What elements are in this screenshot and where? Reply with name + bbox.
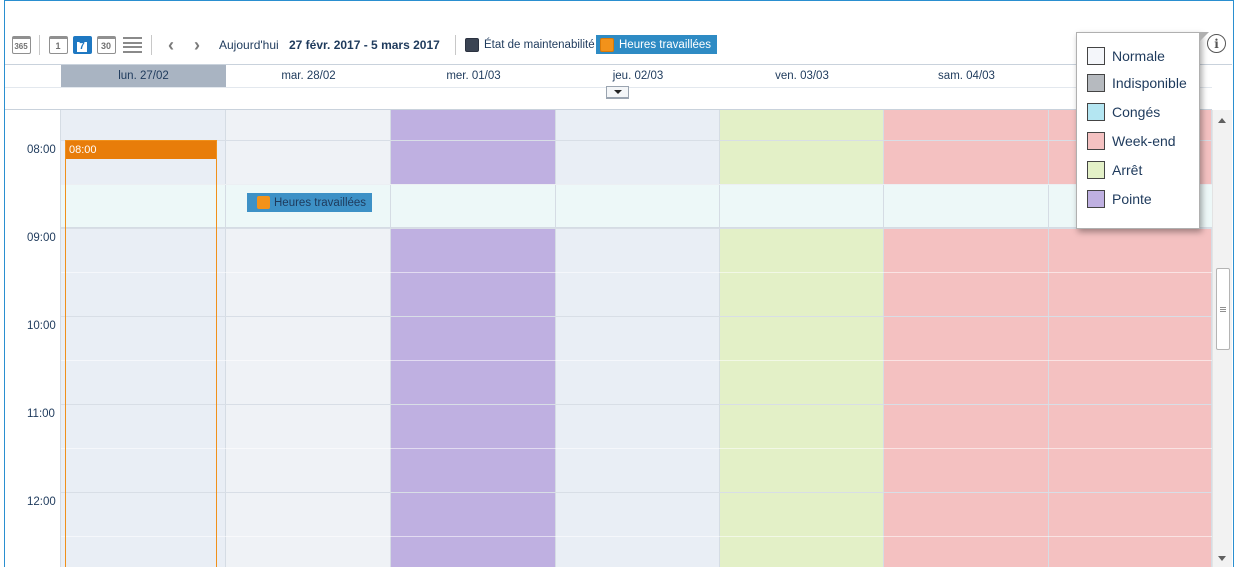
info-icon[interactable]: i [1207,34,1226,53]
legend-label: Normale [1112,48,1165,64]
view-day-button[interactable]: 1 [47,34,69,56]
maintainability-label: État de maintenabilité [484,38,595,51]
worked-hours-event[interactable]: 08:00 [65,140,217,567]
band-divider [555,184,556,228]
day-header[interactable]: jeu. 02/03 [556,65,720,87]
toolbar: 365 1 7 30 ‹ › Aujourd'hui 27 févr. 2017… [10,32,1110,58]
legend-item: Arrêt [1087,160,1142,180]
previous-week-button[interactable]: ‹ [160,34,182,56]
scrollbar-thumb[interactable] [1216,268,1230,350]
view-month-button[interactable]: 30 [95,34,117,56]
chevron-left-icon: ‹ [168,35,174,55]
calendar-month-icon: 30 [96,36,116,54]
day-header[interactable]: mer. 01/03 [391,65,556,87]
expand-allday-button[interactable] [606,86,629,99]
time-label: 10:00 [27,320,56,332]
day-column[interactable] [226,110,391,567]
legend-swatch [1087,132,1105,150]
legend-label: Week-end [1112,133,1176,149]
band-divider [1048,184,1049,228]
view-year-button[interactable]: 365 [10,34,32,56]
half-hour-line [61,536,1212,537]
view-list-button[interactable] [121,34,143,56]
band-divider [719,184,720,228]
band-divider [883,184,884,228]
day-header[interactable]: sam. 04/03 [884,65,1049,87]
legend-swatch [1087,103,1105,121]
day-header[interactable]: ven. 03/03 [720,65,884,87]
next-week-button[interactable]: › [186,34,208,56]
half-hour-line [61,360,1212,361]
day-column[interactable] [556,110,720,567]
scroll-down-icon[interactable] [1218,556,1226,561]
worked-hours-swatch [600,37,614,52]
chevron-right-icon: › [194,35,200,55]
maintainability-swatch [465,37,479,52]
legend-label: Pointe [1112,191,1152,207]
worked-hours-label: Heures travaillées [619,38,712,51]
view-week-button[interactable]: 7 [71,34,93,56]
worked-hours-chip[interactable]: Heures travaillées [247,193,373,212]
half-hour-line [61,272,1212,273]
calendar-day-icon: 1 [48,36,68,54]
time-label: 09:00 [27,232,56,244]
calendar-body: 08:00 09:00 10:00 11:00 12:00 08:00 Heures t… [5,110,1212,567]
day-header[interactable]: mar. 28/02 [226,65,391,87]
legend-popup: Normale Indisponible Congés Week-end Arrêt Po… [1076,32,1209,229]
scheduler-frame-edge [1233,0,1234,567]
time-column: 08:00 09:00 10:00 11:00 12:00 [5,110,61,567]
toolbar-separator [39,35,40,55]
day-header[interactable]: lun. 27/02 [61,65,226,87]
legend-item: Week-end [1087,131,1176,151]
list-icon [122,37,142,53]
vertical-scrollbar[interactable] [1212,110,1232,567]
today-button[interactable]: Aujourd'hui [219,38,279,52]
worked-hours-chip-swatch [257,196,270,209]
legend-swatch [1087,161,1105,179]
worked-hours-toggle[interactable]: Heures travaillées [596,35,718,54]
day-column[interactable] [884,110,1049,567]
calendar-header: lun. 27/02 mar. 28/02 mer. 01/03 jeu. 02/03… [5,65,1212,110]
toolbar-separator [151,35,152,55]
legend-item: Normale [1087,46,1165,66]
legend-swatch [1087,47,1105,65]
time-label: 11:00 [27,408,55,420]
worked-hours-band [61,184,1212,228]
legend-swatch [1087,74,1105,92]
legend-item: Pointe [1087,189,1152,209]
legend-label: Congés [1112,104,1161,120]
legend-item: Congés [1087,102,1160,122]
calendar-week-icon: 7 [72,36,92,54]
legend-swatch [1087,190,1105,208]
half-hour-line [61,448,1212,449]
legend-item: Indisponible [1087,73,1187,93]
scroll-up-icon[interactable] [1218,118,1226,123]
maintainability-toggle[interactable]: État de maintenabilité [461,35,601,54]
week-calendar: lun. 27/02 mar. 28/02 mer. 01/03 jeu. 02/03… [5,64,1232,567]
worked-hours-chip-label: Heures travaillées [274,196,367,209]
grip-icon [1220,306,1226,312]
caret-down-icon [613,90,622,94]
legend-label: Arrêt [1112,162,1143,178]
day-column[interactable] [391,110,556,567]
day-column[interactable] [720,110,884,567]
half-hour-line [61,184,1212,185]
date-range-title: 27 févr. 2017 - 5 mars 2017 [289,38,440,52]
toolbar-separator [455,35,456,55]
band-divider [225,184,226,228]
legend-label: Indisponible [1112,75,1187,91]
band-divider [390,184,391,228]
time-label: 08:00 [27,144,56,156]
event-time-label: 08:00 [66,141,216,159]
calendar-year-icon: 365 [11,36,31,54]
time-label: 12:00 [27,496,56,508]
